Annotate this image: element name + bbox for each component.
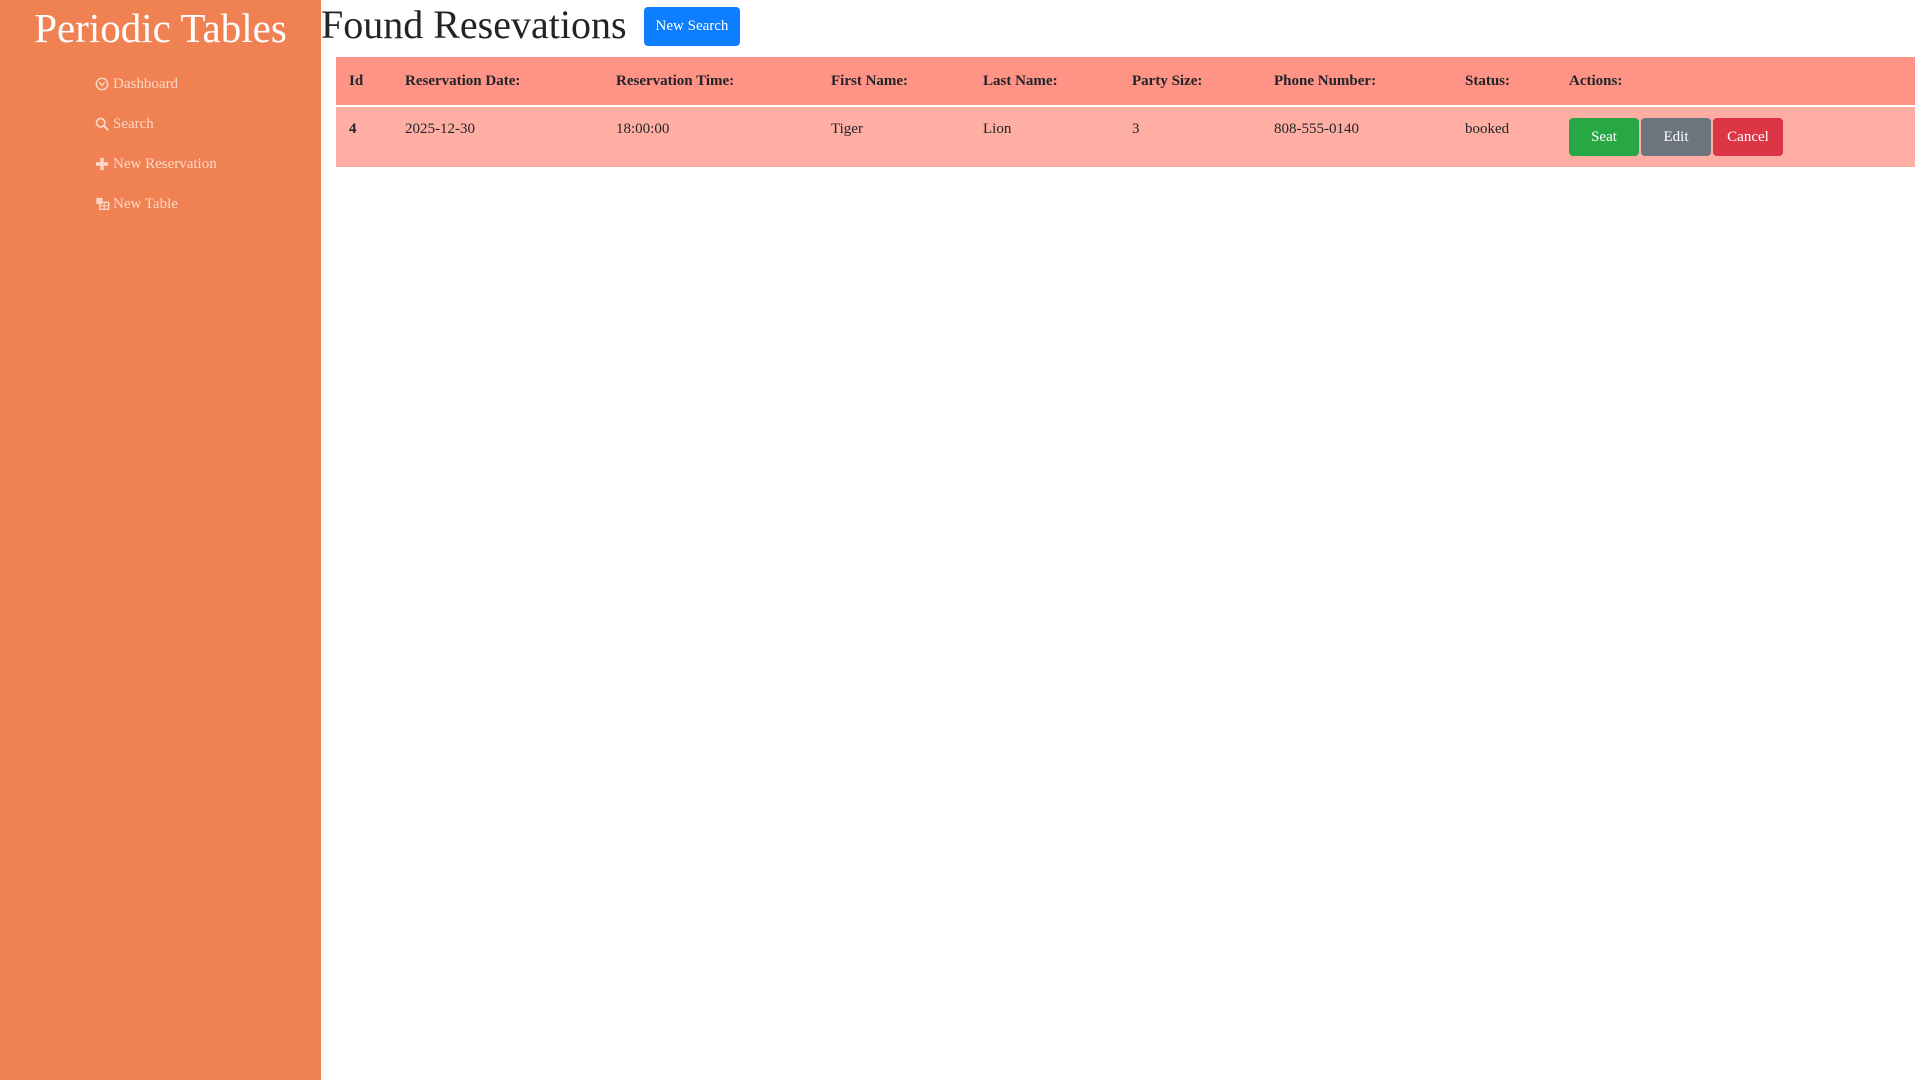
column-header-last-name: Last Name: <box>983 72 1058 89</box>
sidebar-item-new-reservation[interactable]: New Reservation <box>0 144 321 184</box>
page-title: Found Resevations <box>321 2 627 47</box>
page-header: Found Resevations New Search <box>321 0 1920 50</box>
column-header-party-size: Party Size: <box>1132 72 1203 89</box>
sidebar-item-label: New Table <box>113 195 178 212</box>
sidebar-item-new-table[interactable]: New Table <box>0 184 321 224</box>
reservations-table-wrapper: Id Reservation Date: Reservation Time: F… <box>336 57 1915 167</box>
column-header-phone-number: Phone Number: <box>1274 72 1377 89</box>
sidebar-item-label: Dashboard <box>113 75 178 92</box>
dashboard-icon <box>94 76 110 92</box>
table-header: Id Reservation Date: Reservation Time: F… <box>336 57 1915 106</box>
reservations-table: Id Reservation Date: Reservation Time: F… <box>336 57 1915 167</box>
table-row: 4 2025-12-30 18:00:00 Tiger Lion 3 808-5… <box>336 106 1915 167</box>
cell-actions: Seat Edit Cancel <box>1556 106 1915 167</box>
cell-last-name: Lion <box>983 121 1012 137</box>
table-icon <box>94 196 110 212</box>
table-header-row: Id Reservation Date: Reservation Time: F… <box>336 57 1915 106</box>
cell-party-size: 3 <box>1132 121 1140 137</box>
new-search-button[interactable]: New Search <box>643 7 741 46</box>
sidebar-nav: Dashboard Search New Reservation New Tab… <box>0 64 321 224</box>
plus-icon <box>94 156 110 172</box>
column-header-reservation-time: Reservation Time: <box>616 72 735 89</box>
sidebar-item-label: New Reservation <box>113 155 217 172</box>
seat-button[interactable]: Seat <box>1569 118 1639 156</box>
cell-phone-number: 808-555-0140 <box>1274 121 1359 137</box>
column-header-reservation-date: Reservation Date: <box>405 72 521 89</box>
app-root: Periodic Tables Dashboard Search New Res… <box>0 0 1920 1080</box>
cell-first-name: Tiger <box>831 121 863 137</box>
sidebar-item-dashboard[interactable]: Dashboard <box>0 64 321 104</box>
cell-reservation-date: 2025-12-30 <box>405 121 475 137</box>
column-header-first-name: First Name: <box>831 72 909 89</box>
sidebar: Periodic Tables Dashboard Search New Res… <box>0 0 321 1080</box>
column-header-status: Status: <box>1465 72 1511 89</box>
column-header-actions: Actions: <box>1569 72 1623 89</box>
cell-status: booked <box>1465 121 1510 137</box>
brand-title[interactable]: Periodic Tables <box>0 0 321 50</box>
sidebar-item-label: Search <box>113 115 154 132</box>
sidebar-item-search[interactable]: Search <box>0 104 321 144</box>
cancel-button[interactable]: Cancel <box>1713 118 1783 156</box>
table-body: 4 2025-12-30 18:00:00 Tiger Lion 3 808-5… <box>336 106 1915 167</box>
cell-reservation-time: 18:00:00 <box>616 121 670 137</box>
main-content: Found Resevations New Search Id Reservat… <box>321 0 1920 1080</box>
search-icon <box>94 116 110 132</box>
column-header-id: Id <box>349 72 364 89</box>
edit-button[interactable]: Edit <box>1641 118 1711 156</box>
cell-id: 4 <box>349 121 357 137</box>
